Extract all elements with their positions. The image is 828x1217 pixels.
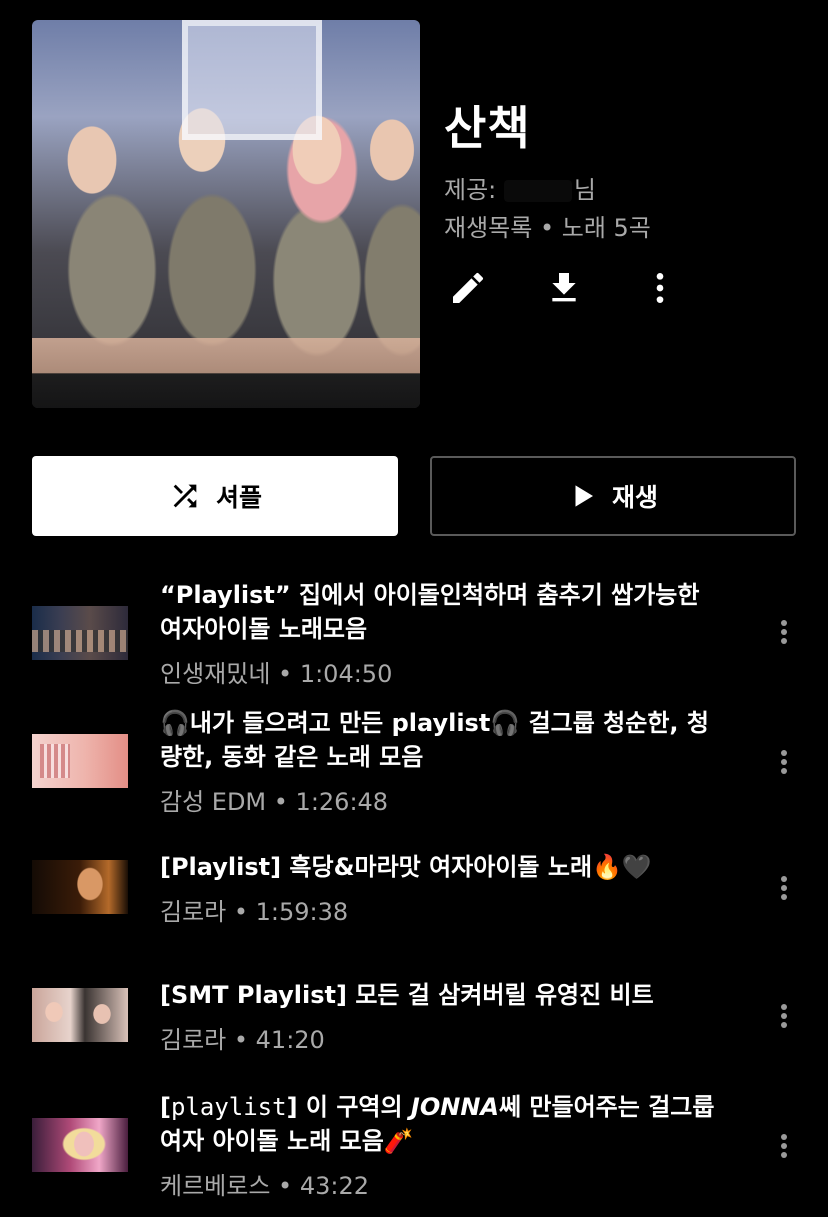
- song-more-button[interactable]: [770, 868, 798, 908]
- song-title: [Playlist] 흑당&마라맛 여자아이돌 노래🔥🖤: [160, 853, 652, 881]
- playlist-more-button[interactable]: [636, 264, 684, 312]
- list-item[interactable]: [SMT Playlist] 모든 걸 삼켜버릴 유영진 비트 김로라 • 41…: [0, 974, 828, 1094]
- fire-heart-emoji: 🔥🖤: [592, 853, 652, 881]
- download-icon: [552, 273, 576, 302]
- more-vert-icon: [781, 1134, 787, 1158]
- song-thumbnail: [32, 860, 128, 914]
- play-label: 재생: [611, 483, 658, 512]
- song-more-button[interactable]: [770, 996, 798, 1036]
- provider-name-redacted: [503, 180, 572, 202]
- firecracker-emoji: 🧨: [383, 1127, 414, 1155]
- play-button[interactable]: 재생: [430, 456, 796, 536]
- list-item[interactable]: 🎧내가 들으려고 만든 playlist🎧 걸그룹 청순한, 청량한, 동화 같…: [0, 704, 828, 824]
- song-more-button[interactable]: [770, 742, 798, 782]
- playlist-provider[interactable]: 제공: 님: [444, 170, 596, 205]
- song-subtitle: 케르베로스 • 43:22: [160, 1172, 369, 1200]
- play-icon: [575, 485, 593, 507]
- shuffle-icon: [173, 484, 197, 508]
- song-subtitle: 김로라 • 1:59:38: [160, 898, 349, 926]
- song-more-button[interactable]: [770, 612, 798, 652]
- song-thumbnail: [32, 606, 128, 660]
- shuffle-label: 셔플: [215, 483, 262, 512]
- song-title: 🎧내가 들으려고 만든 playlist🎧 걸그룹 청순한, 청량한, 동화 같…: [160, 709, 709, 771]
- download-button[interactable]: [540, 264, 588, 312]
- song-title: “Playlist” 집에서 아이돌인척하며 춤추기 쌉가능한 여자아이돌 노래…: [160, 581, 700, 643]
- provider-suffix: 님: [573, 176, 596, 204]
- playlist-type-count: 재생목록 • 노래 5곡: [444, 214, 651, 242]
- more-vert-icon: [781, 1004, 787, 1028]
- more-vert-icon: [781, 620, 787, 644]
- song-more-button[interactable]: [770, 1126, 798, 1166]
- playlist-cover-image: [32, 20, 420, 408]
- song-title: [playlist] 이 구역의 JONNA쎄 만들어주는 걸그룹 여자 아이돌…: [160, 1093, 715, 1155]
- more-vert-icon: [781, 750, 787, 774]
- song-thumbnail: [32, 1118, 128, 1172]
- song-subtitle: 인생재밌네 • 1:04:50: [160, 660, 393, 688]
- headphone-emoji: 🎧: [490, 709, 521, 737]
- list-item[interactable]: “Playlist” 집에서 아이돌인척하며 춤추기 쌉가능한 여자아이돌 노래…: [0, 576, 828, 696]
- more-vert-icon: [656, 273, 664, 303]
- list-item[interactable]: [playlist] 이 구역의 JONNA쎄 만들어주는 걸그룹 여자 아이돌…: [0, 1088, 828, 1208]
- song-subtitle: 김로라 • 41:20: [160, 1026, 325, 1054]
- song-subtitle: 감성 EDM • 1:26:48: [160, 788, 389, 816]
- song-thumbnail: [32, 734, 128, 788]
- more-vert-icon: [781, 876, 787, 900]
- headphone-emoji: 🎧: [160, 709, 190, 737]
- provider-prefix: 제공:: [444, 176, 497, 204]
- pencil-icon: [453, 272, 484, 303]
- playlist-title: 산책: [444, 101, 531, 155]
- song-title: [SMT Playlist] 모든 걸 삼켜버릴 유영진 비트: [160, 981, 654, 1009]
- song-thumbnail: [32, 988, 128, 1042]
- edit-button[interactable]: [444, 264, 492, 312]
- list-item[interactable]: [Playlist] 흑당&마라맛 여자아이돌 노래🔥🖤 김로라 • 1:59:…: [0, 846, 828, 966]
- shuffle-button[interactable]: 셔플: [32, 456, 398, 536]
